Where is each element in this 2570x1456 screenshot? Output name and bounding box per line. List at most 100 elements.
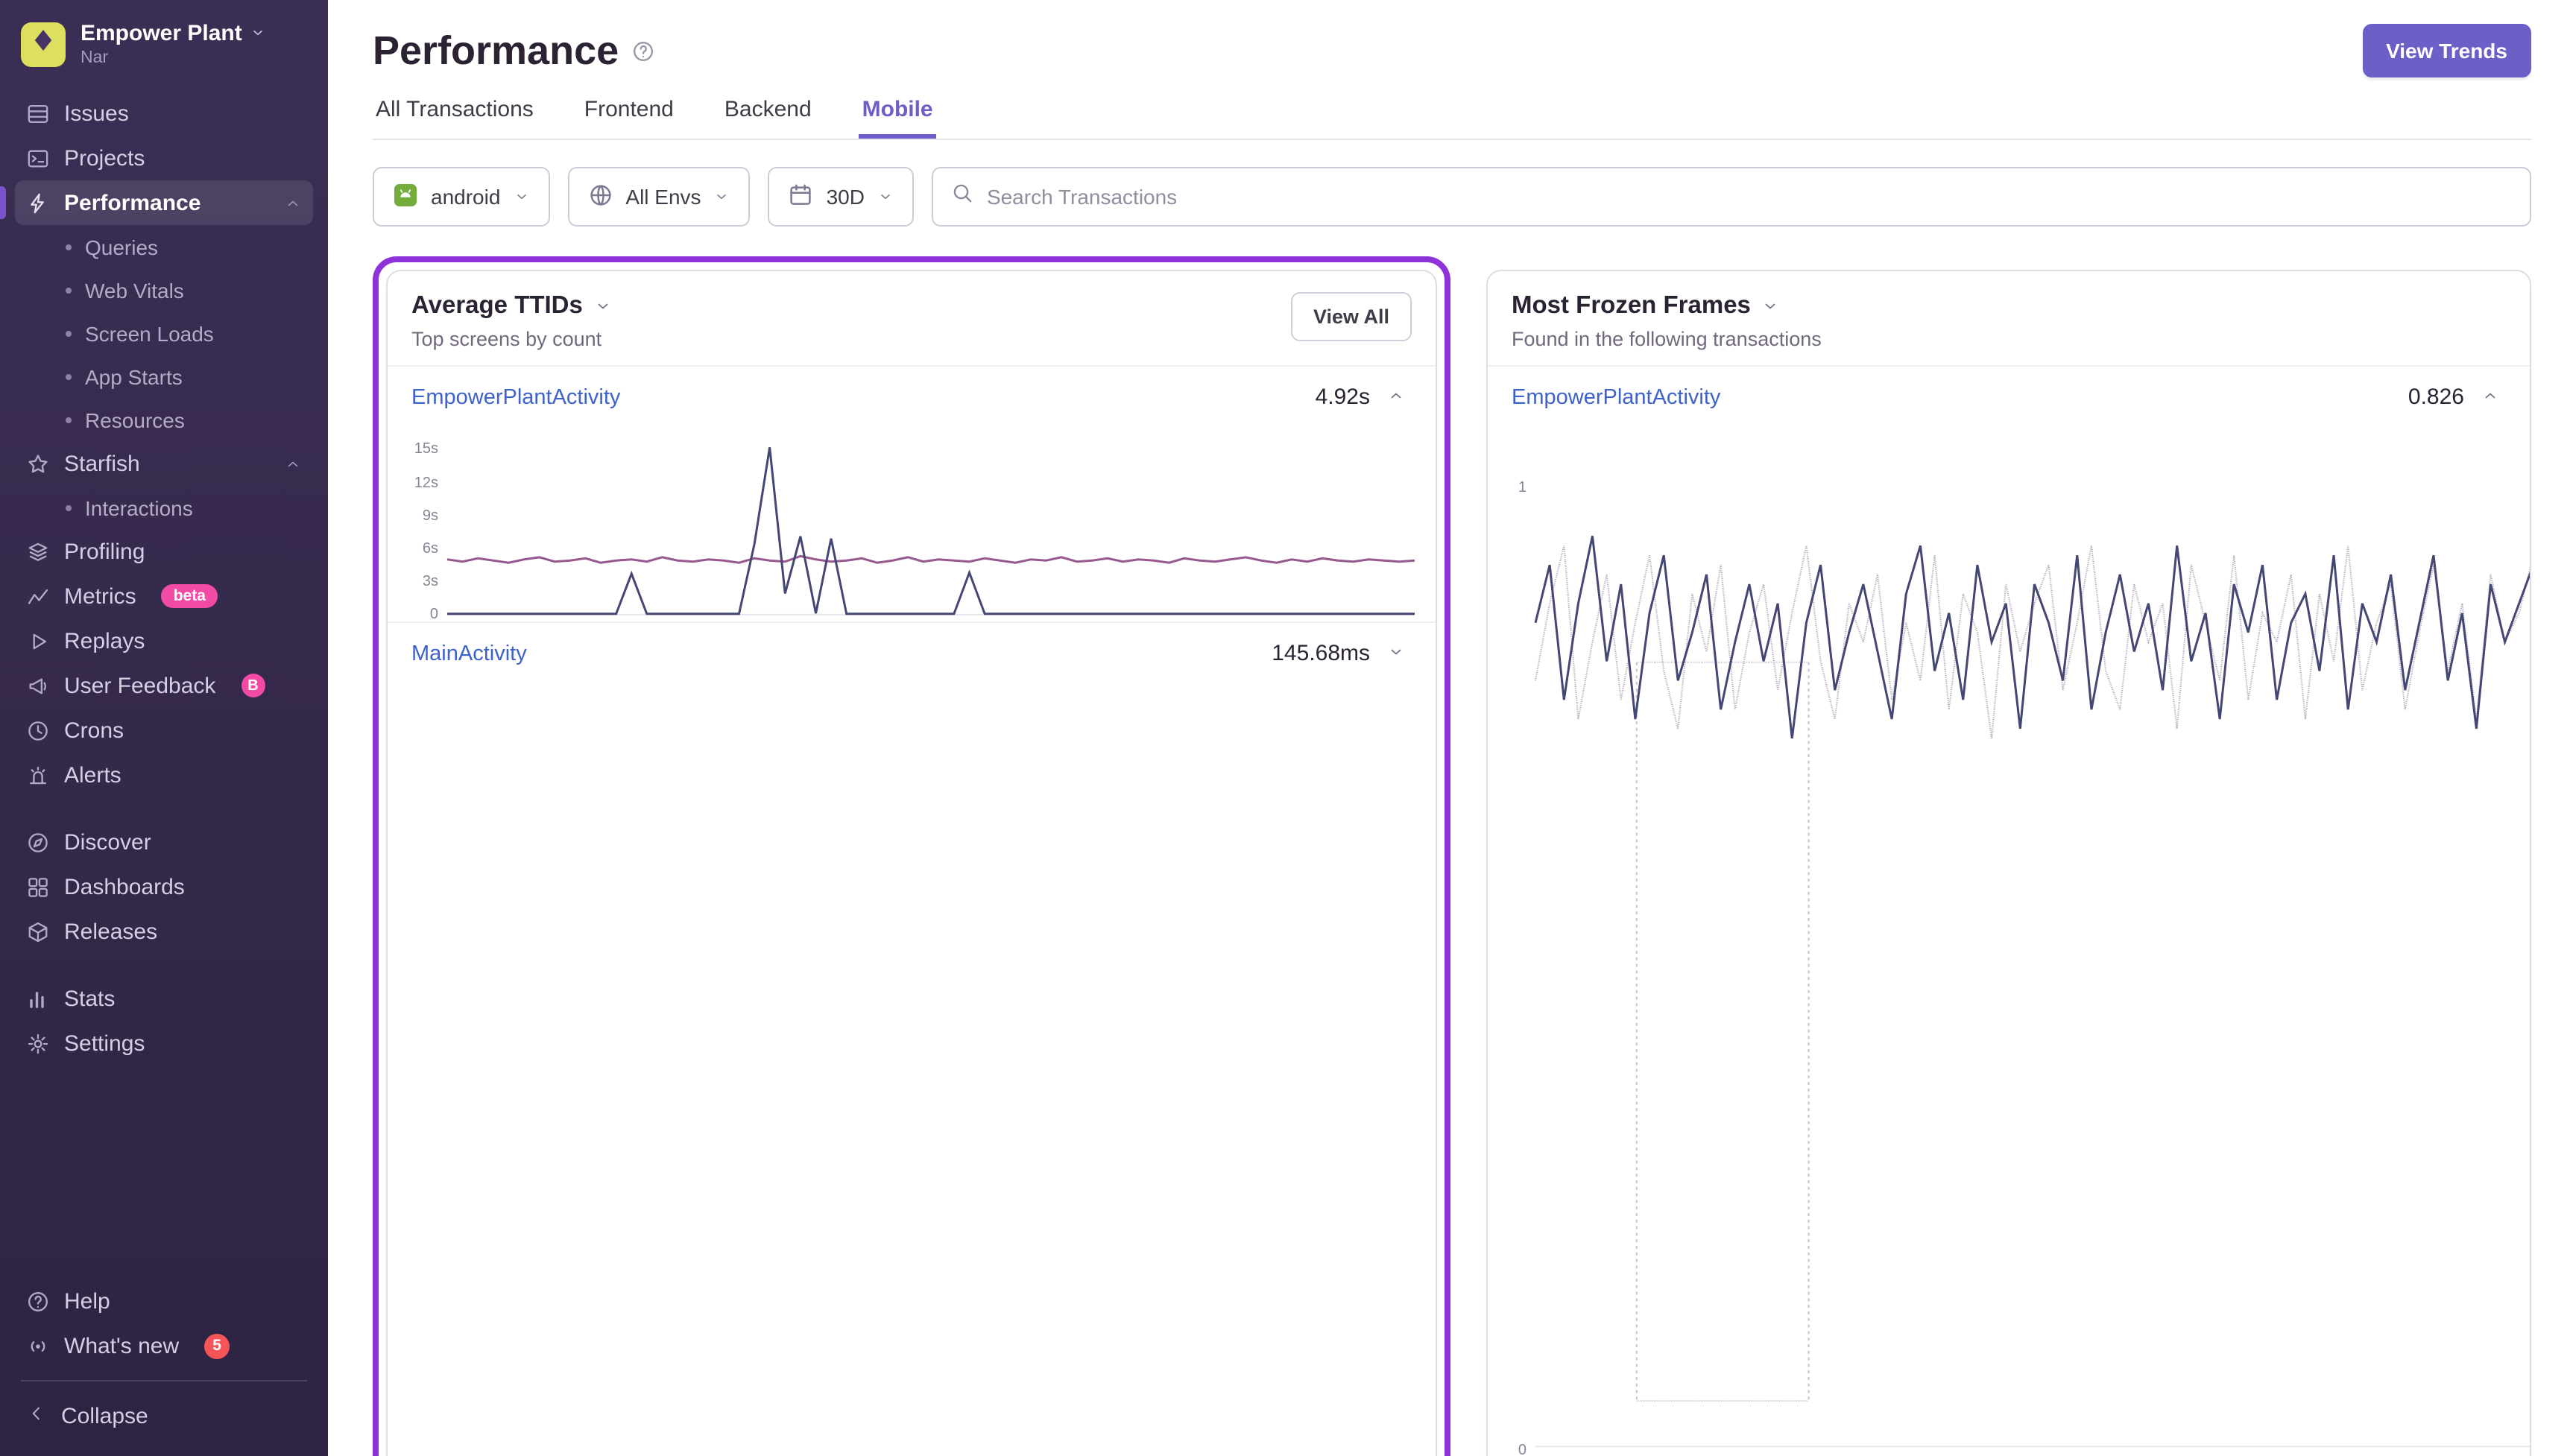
ttid-chart (447, 440, 1415, 615)
bars-icon (30, 991, 44, 1007)
view-all-button[interactable]: View All (1290, 292, 1412, 341)
chevron-up-icon (288, 200, 298, 206)
sidebar-subitem-label: Resources (85, 408, 185, 431)
sidebar-item-dashboards[interactable]: Dashboards (15, 864, 313, 909)
sidebar-item-alerts[interactable]: Alerts (15, 753, 313, 797)
sidebar-group: Stats Settings (15, 976, 313, 1066)
transaction-summary-row: MainActivity 145.68ms (388, 621, 1436, 684)
grid-icon (28, 877, 48, 896)
calendar-icon (789, 183, 813, 211)
graph-icon (28, 588, 48, 604)
sidebar-item-label: Performance (64, 190, 201, 215)
sidebar-item-releases[interactable]: Releases (15, 909, 313, 954)
transaction-link[interactable]: MainActivity (411, 642, 527, 665)
panel-subtitle: Top screens by count (411, 328, 602, 350)
chevron-up-icon (1390, 393, 1401, 399)
main-content: Performance View Trends All Transactions… (328, 0, 2570, 1456)
sidebar-item-label: What's new (64, 1333, 180, 1358)
tab-backend[interactable]: Backend (722, 97, 815, 139)
project-filter-value: android (431, 185, 501, 209)
sidebar-item-screen-loads[interactable]: Screen Loads (15, 311, 313, 355)
sidebar-item-crons[interactable]: Crons (15, 708, 313, 753)
clock-icon (28, 721, 48, 740)
tab-mobile[interactable]: Mobile (859, 97, 936, 139)
chevron-down-icon (715, 185, 730, 209)
sidebar-subitem-label: Interactions (85, 496, 193, 519)
search-icon (953, 184, 972, 203)
sidebar-item-discover[interactable]: Discover (15, 820, 313, 864)
bullet-icon (66, 244, 72, 250)
sidebar-item-stats[interactable]: Stats (15, 976, 313, 1021)
page-header: Performance View Trends (373, 24, 2531, 77)
most-frozen-frames-panel: Most Frozen Frames Found in the followin… (1486, 270, 2531, 1456)
chevron-up-icon (1387, 386, 1404, 408)
page-title-help-icon[interactable] (632, 39, 654, 62)
sidebar-item-projects[interactable]: Projects (15, 136, 313, 180)
top-panels-row: Average TTIDs Top screens by count View … (373, 256, 2531, 1456)
collapse-button[interactable] (1379, 381, 1412, 414)
sidebar-item-whats-new[interactable]: What's new 5 (15, 1323, 313, 1368)
sidebar-item-label: Crons (64, 718, 124, 743)
tab-frontend[interactable]: Frontend (581, 97, 677, 139)
sidebar-item-performance[interactable]: Performance (0, 180, 313, 225)
compass-icon (28, 832, 48, 852)
bullet-icon (66, 504, 72, 510)
expand-button[interactable] (1379, 637, 1412, 670)
sidebar-subitem-label: App Starts (85, 364, 183, 388)
sidebar-item-web-vitals[interactable]: Web Vitals (15, 268, 313, 311)
chevron-down-icon[interactable] (595, 298, 611, 314)
badge-b: B (241, 674, 265, 697)
sidebar-item-settings[interactable]: Settings (15, 1021, 313, 1066)
environment-filter-value: All Envs (625, 185, 701, 209)
sidebar-item-resources[interactable]: Resources (15, 398, 313, 441)
tab-all-transactions[interactable]: All Transactions (373, 97, 537, 139)
play-icon (33, 633, 46, 649)
sidebar-item-label: Dashboards (64, 874, 185, 899)
badge-beta: beta (161, 584, 218, 608)
chevron-up-icon (288, 460, 298, 466)
transaction-link[interactable]: EmpowerPlantActivity (411, 385, 620, 409)
sidebar-item-label: Metrics (64, 583, 136, 609)
android-icon (394, 183, 417, 206)
chevron-down-icon (1766, 303, 1776, 309)
chevron-down-icon[interactable] (1763, 298, 1779, 314)
sidebar-item-replays[interactable]: Replays (15, 618, 313, 663)
y-axis-tick: 3s (422, 573, 438, 590)
sidebar-bottom: Help What's new 5 Collapse (0, 1270, 328, 1456)
search-transactions-input[interactable] (986, 185, 2512, 209)
transaction-link[interactable]: EmpowerPlantActivity (1512, 385, 1720, 409)
sidebar-item-interactions[interactable]: Interactions (15, 486, 313, 529)
search-icon (951, 182, 973, 212)
chevron-left-icon (32, 1406, 40, 1419)
calendar-icon (790, 183, 812, 204)
sidebar-item-starfish[interactable]: Starfish (15, 441, 313, 486)
collapse-button[interactable] (2473, 381, 2506, 414)
y-axis-tick: 0 (429, 607, 438, 623)
sidebar-item-app-starts[interactable]: App Starts (15, 355, 313, 398)
project-filter[interactable]: android (373, 167, 550, 227)
chevron-down-icon (598, 303, 608, 309)
sidebar-item-user-feedback[interactable]: User Feedback B (15, 663, 313, 708)
sidebar-item-queries[interactable]: Queries (15, 225, 313, 268)
environment-filter[interactable]: All Envs (567, 167, 751, 227)
sidebar-collapse-button[interactable]: Collapse (15, 1393, 313, 1438)
sidebar-item-metrics[interactable]: Metrics beta (15, 574, 313, 618)
y-axis-tick: 1 (1518, 479, 1526, 496)
help-icon (634, 41, 654, 60)
sidebar-item-label: Stats (64, 986, 116, 1011)
empower-plant-logo-icon (30, 27, 57, 61)
org-switcher[interactable]: Empower Plant Nar (0, 0, 328, 79)
filter-bar: android All Envs 30D (373, 167, 2531, 227)
sidebar: Empower Plant Nar Issues Projects Performa… (0, 0, 328, 1456)
view-trends-button[interactable]: View Trends (2362, 24, 2531, 77)
sidebar-item-help[interactable]: Help (15, 1279, 313, 1323)
date-range-filter[interactable]: 30D (768, 167, 914, 227)
sidebar-item-label: Issues (64, 101, 129, 126)
sidebar-item-profiling[interactable]: Profiling (15, 529, 313, 574)
chevron-down-icon (514, 185, 528, 209)
sidebar-item-issues[interactable]: Issues (15, 91, 313, 136)
panel-title: Most Frozen Frames (1512, 292, 1751, 319)
sidebar-subitem-label: Web Vitals (85, 278, 184, 302)
chevron-left-icon (27, 1403, 46, 1428)
siren-icon (30, 765, 46, 784)
